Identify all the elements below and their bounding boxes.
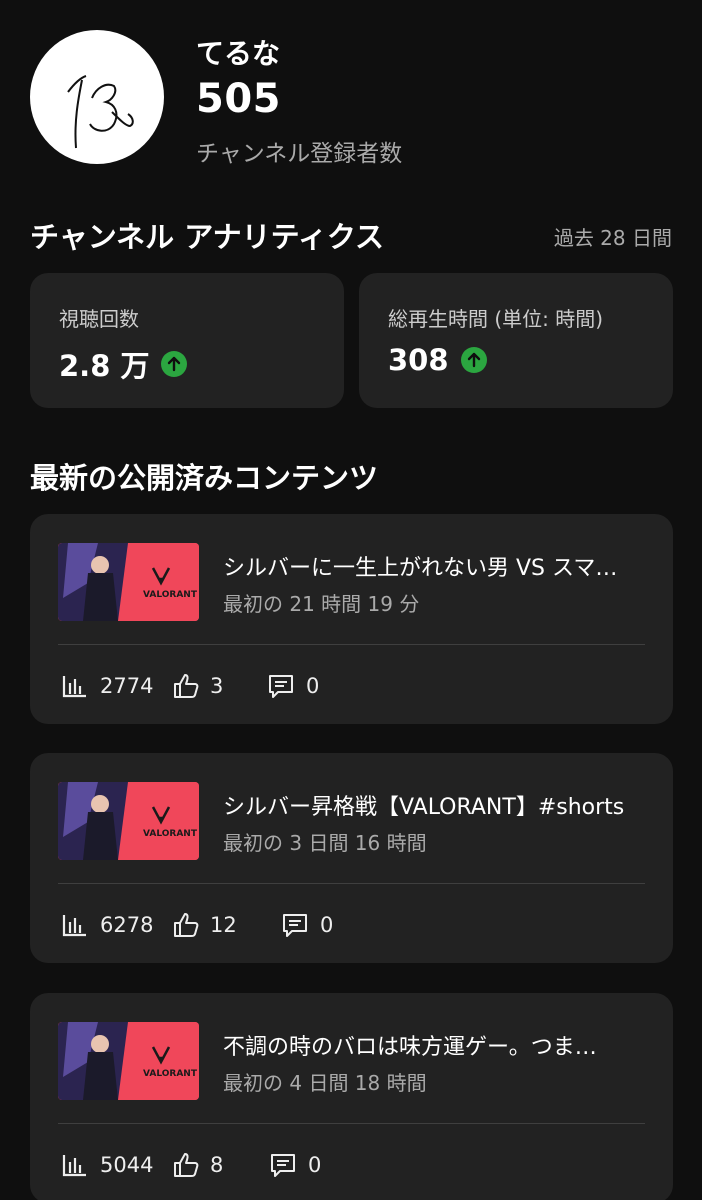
divider	[58, 883, 645, 884]
watch-time-stat-card[interactable]: 総再生時間 (単位: 時間) 308	[359, 273, 673, 408]
video-thumbnail[interactable]: VALORANT	[58, 543, 199, 621]
comments-count: 0	[320, 913, 334, 937]
avatar[interactable]	[30, 30, 164, 164]
views-count: 5044	[100, 1153, 154, 1177]
bar-chart-icon	[62, 676, 86, 698]
subscriber-label: チャンネル登録者数	[196, 141, 403, 167]
likes-count: 8	[210, 1153, 224, 1177]
divider	[58, 644, 645, 645]
likes-metric: 12	[170, 910, 280, 940]
bar-chart-icon	[62, 1155, 86, 1177]
video-title[interactable]: シルバーに一生上がれない男 VS スマ…	[223, 550, 648, 582]
signature-logo	[67, 75, 134, 149]
arrow-up-icon	[460, 347, 487, 373]
bar-chart-icon	[62, 915, 86, 937]
stat-label: 視聴回数	[59, 307, 139, 331]
thumbnail-text: VALORANT	[143, 1069, 198, 1079]
divider	[58, 1123, 645, 1124]
channel-name: てるな	[196, 37, 281, 70]
views-count: 6278	[100, 913, 154, 937]
video-thumbnail[interactable]: VALORANT	[58, 1022, 199, 1100]
comments-count: 0	[306, 674, 320, 698]
likes-count: 3	[210, 674, 224, 698]
likes-count: 12	[210, 913, 237, 937]
period-label: 過去 28 日間	[553, 226, 672, 250]
stat-value: 2.8 万	[59, 349, 150, 383]
thumbnail-text: VALORANT	[143, 829, 198, 839]
comment-icon	[271, 1154, 295, 1177]
views-metric: 2774	[60, 671, 170, 701]
views-metric: 6278	[60, 910, 170, 940]
video-card[interactable]: VALORANT シルバー昇格戦【VALORANT】#shorts 最初の 3 …	[30, 753, 673, 963]
thumbs-up-icon	[174, 1153, 199, 1177]
views-metric: 5044	[60, 1150, 170, 1180]
video-title[interactable]: 不調の時のバロは味方運ゲー。つま…	[223, 1029, 648, 1061]
views-stat-card[interactable]: 視聴回数 2.8 万	[30, 273, 344, 408]
arrow-up-icon	[161, 351, 188, 377]
comments-metric: 0	[280, 910, 333, 940]
video-title[interactable]: シルバー昇格戦【VALORANT】#shorts	[223, 789, 648, 821]
video-age: 最初の 4 日間 18 時間	[223, 1071, 427, 1095]
video-card[interactable]: VALORANT シルバーに一生上がれない男 VS スマ… 最初の 21 時間 …	[30, 514, 673, 724]
comments-metric: 0	[266, 671, 319, 701]
thumbs-up-icon	[174, 674, 199, 698]
subscriber-count: 505	[196, 76, 281, 122]
comments-metric: 0	[268, 1150, 321, 1180]
video-card[interactable]: VALORANT 不調の時のバロは味方運ゲー。つま… 最初の 4 日間 18 時…	[30, 993, 673, 1200]
video-thumbnail[interactable]: VALORANT	[58, 782, 199, 860]
video-age: 最初の 3 日間 16 時間	[223, 831, 427, 855]
thumbnail-text: VALORANT	[143, 590, 198, 600]
comment-icon	[269, 675, 293, 698]
latest-content-title: 最新の公開済みコンテンツ	[30, 461, 379, 495]
analytics-title: チャンネル アナリティクス	[30, 220, 385, 254]
thumbs-up-icon	[174, 913, 199, 937]
likes-metric: 3	[170, 671, 266, 701]
comment-icon	[283, 914, 307, 937]
likes-metric: 8	[170, 1150, 268, 1180]
video-age: 最初の 21 時間 19 分	[223, 592, 420, 616]
stat-value: 308	[388, 343, 449, 377]
comments-count: 0	[308, 1153, 322, 1177]
stat-label: 総再生時間 (単位: 時間)	[388, 307, 604, 331]
views-count: 2774	[100, 674, 154, 698]
